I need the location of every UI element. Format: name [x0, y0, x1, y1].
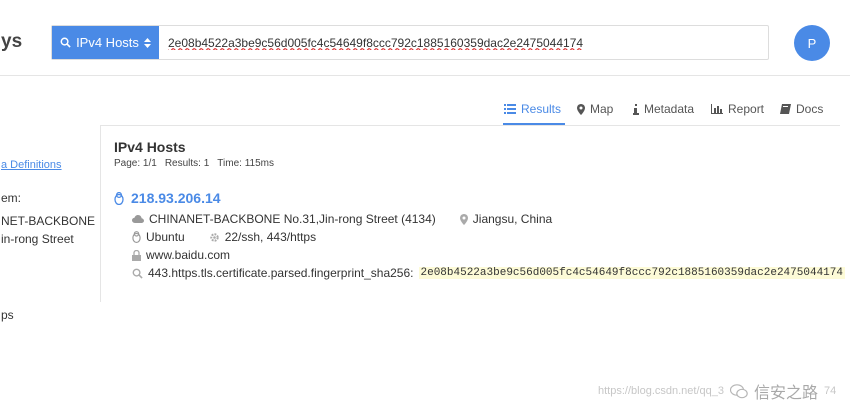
tab-metadata[interactable]: Metadata [633, 102, 694, 116]
tab-metadata-label: Metadata [644, 102, 695, 116]
tabs-divider [100, 125, 840, 126]
watermark-suffix: 74 [824, 385, 837, 397]
results-page: Page: 1/1 [114, 158, 157, 169]
sidebar-line-protocols: ps [1, 308, 14, 322]
bar-chart-icon [711, 104, 723, 114]
linux-os-icon [132, 231, 141, 243]
list-icon [504, 104, 516, 114]
tab-report[interactable]: Report [711, 102, 764, 116]
linux-penguin-icon [114, 191, 124, 205]
tab-report-label: Report [728, 102, 765, 116]
tab-docs[interactable]: Docs [780, 102, 823, 116]
host-ip-text: 218.93.206.14 [131, 190, 221, 206]
sidebar-definitions-link[interactable]: a Definitions [1, 157, 62, 171]
sidebar-line-network: NET-BACKBONE [1, 214, 96, 228]
watermark-url: https://blog.csdn.net/qq_3 [598, 385, 724, 397]
results-count: Results: 1 [164, 158, 210, 169]
map-pin-icon [577, 103, 585, 115]
host-ports: 22/ssh, 443/https [224, 230, 317, 244]
cloud-icon [132, 215, 144, 223]
user-avatar[interactable]: P [794, 25, 830, 61]
tab-map[interactable]: Map [577, 102, 613, 116]
search-bar: IPv4 Hosts [51, 25, 769, 60]
sort-arrows-icon [143, 37, 151, 48]
host-network: CHINANET-BACKBONE No.31,Jin-rong Street … [149, 212, 436, 226]
sidebar-divider [100, 126, 101, 302]
watermark: https://blog.csdn.net/qq_3 信安之路 74 [598, 379, 836, 403]
top-header: ys IPv4 Hosts P [0, 0, 850, 76]
watermark-brand: 信安之路 [753, 385, 818, 402]
tab-map-label: Map [590, 102, 614, 116]
host-match-field: 443.https.tls.certificate.parsed.fingerp… [148, 266, 414, 280]
search-icon [60, 37, 71, 48]
search-type-select[interactable]: IPv4 Hosts [52, 26, 159, 59]
host-match-value: 2e08b4522a3be9c56d005fc4c54649f8ccc792c1… [418, 267, 845, 279]
results-meta: Page: 1/1 Results: 1 Time: 115ms [114, 158, 274, 169]
wechat-icon [729, 383, 748, 399]
host-ip-link[interactable]: 218.93.206.14 [114, 190, 221, 206]
host-match-row: 443.https.tls.certificate.parsed.fingerp… [132, 266, 845, 280]
tab-docs-label: Docs [796, 102, 824, 116]
logo-fragment[interactable]: ys [1, 31, 22, 53]
host-domain-row: www.baidu.com [132, 248, 230, 262]
location-pin-icon [459, 213, 468, 225]
results-time: Time: 115ms [217, 158, 274, 169]
sidebar-link-text: a Definitions [1, 159, 62, 171]
search-input[interactable] [162, 26, 766, 59]
host-location: Jiangsu, China [472, 212, 553, 226]
host-network-row: CHINANET-BACKBONE No.31,Jin-rong Street … [132, 212, 552, 226]
info-icon [633, 103, 639, 115]
sidebar-label: em: [1, 191, 22, 205]
lock-icon [132, 249, 141, 261]
host-domain: www.baidu.com [146, 248, 231, 262]
tab-results[interactable]: Results [504, 102, 561, 116]
book-icon [780, 104, 791, 114]
host-os: Ubuntu [146, 230, 185, 244]
host-os-row: Ubuntu 22/ssh, 443/https [132, 230, 316, 244]
sidebar-line-street: in-rong Street [1, 232, 74, 246]
search-match-icon [132, 268, 143, 279]
results-title: IPv4 Hosts [114, 139, 186, 155]
results-tabs: Results Map Metadata Report Docs [0, 96, 850, 126]
gear-icon [209, 232, 220, 243]
tab-results-label: Results [521, 102, 562, 116]
search-type-label: IPv4 Hosts [76, 35, 139, 50]
